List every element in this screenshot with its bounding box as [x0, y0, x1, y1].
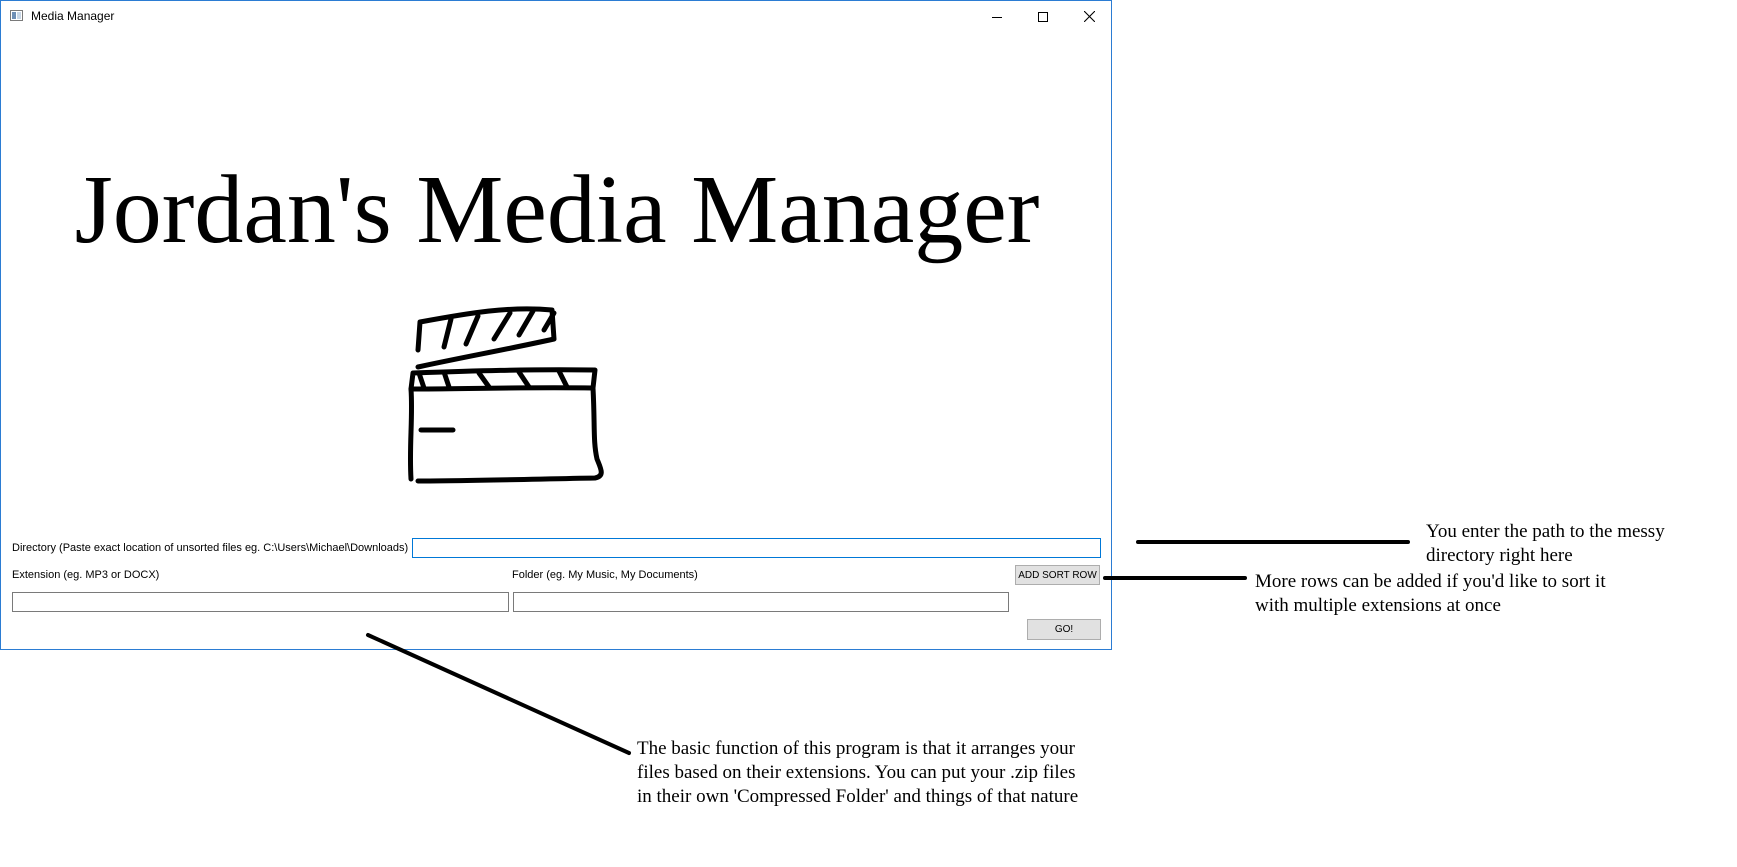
function-annotation: The basic function of this program is th… [637, 737, 1078, 809]
add-rows-annotation: More rows can be added if you'd like to … [1255, 570, 1606, 618]
add-rows-annotation-line: More rows can be added if you'd like to … [1255, 571, 1606, 592]
directory-annotation-line: directory right here [1426, 545, 1573, 566]
directory-annotation-line: You enter the path to the messy [1426, 521, 1665, 542]
function-pointer-line [366, 633, 631, 755]
function-annotation-line: in their own 'Compressed Folder' and thi… [637, 786, 1079, 807]
function-annotation-line: The basic function of this program is th… [637, 738, 1075, 759]
function-annotation-line: files based on their extensions. You can… [637, 762, 1076, 783]
add-rows-annotation-line: with multiple extensions at once [1255, 595, 1501, 616]
directory-annotation: You enter the path to the messy director… [1426, 520, 1665, 568]
